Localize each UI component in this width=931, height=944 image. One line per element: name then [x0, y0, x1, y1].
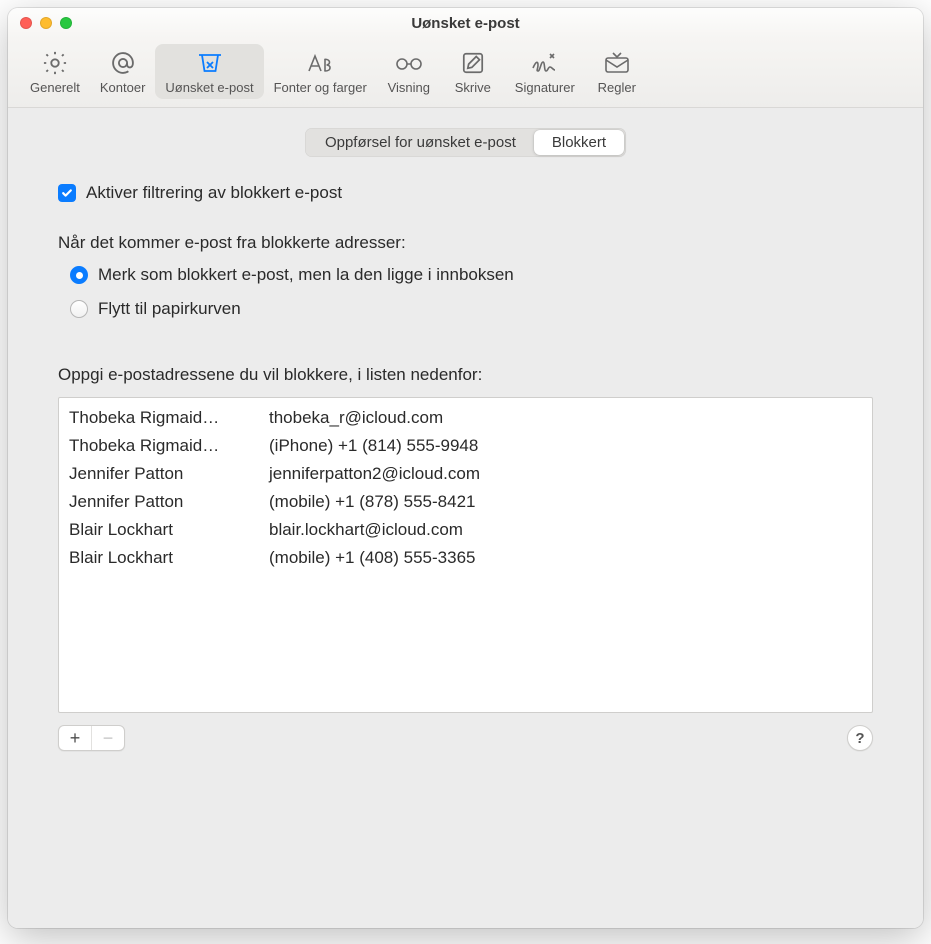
- toolbar-label: Regler: [598, 80, 636, 95]
- toolbar-label: Generelt: [30, 80, 80, 95]
- radio-label: Merk som blokkert e-post, men la den lig…: [98, 265, 514, 285]
- minimize-button[interactable]: [40, 17, 52, 29]
- traffic-lights: [20, 17, 72, 29]
- toolbar-accounts[interactable]: Kontoer: [90, 44, 156, 99]
- signature-icon: [527, 48, 563, 78]
- blocked-panel: Oppførsel for uønsket e-post Blokkert Ak…: [28, 128, 903, 908]
- toolbar-composing[interactable]: Skrive: [441, 44, 505, 99]
- toolbar-label: Kontoer: [100, 80, 146, 95]
- radio-button[interactable]: [70, 266, 88, 284]
- toolbar-general[interactable]: Generelt: [20, 44, 90, 99]
- list-name: Thobeka Rigmaid…: [69, 432, 269, 460]
- radio-button[interactable]: [70, 300, 88, 318]
- segment-junk-behaviour[interactable]: Oppførsel for uønsket e-post: [307, 130, 534, 155]
- gear-icon: [37, 48, 73, 78]
- toolbar-label: Signaturer: [515, 80, 575, 95]
- list-value: blair.lockhart@icloud.com: [269, 516, 862, 544]
- list-item[interactable]: Blair Lockhart (mobile) +1 (408) 555-336…: [69, 544, 862, 572]
- checkmark-icon: [61, 187, 73, 199]
- list-value: (mobile) +1 (878) 555-8421: [269, 488, 862, 516]
- toolbar-label: Visning: [388, 80, 430, 95]
- list-item[interactable]: Thobeka Rigmaid… thobeka_r@icloud.com: [69, 404, 862, 432]
- list-name: Blair Lockhart: [69, 516, 269, 544]
- titlebar: Uønsket e-post: [8, 8, 923, 38]
- list-item[interactable]: Jennifer Patton jenniferpatton2@icloud.c…: [69, 460, 862, 488]
- remove-button[interactable]: −: [92, 726, 124, 750]
- list-name: Blair Lockhart: [69, 544, 269, 572]
- list-item[interactable]: Thobeka Rigmaid… (iPhone) +1 (814) 555-9…: [69, 432, 862, 460]
- when-heading: Når det kommer e-post fra blokkerte adre…: [58, 233, 873, 253]
- add-remove-control: + −: [58, 725, 125, 751]
- toolbar-rules[interactable]: Regler: [585, 44, 649, 99]
- plus-icon: +: [70, 728, 81, 749]
- radio-mark-blocked[interactable]: Merk som blokkert e-post, men la den lig…: [70, 265, 873, 285]
- preferences-toolbar: Generelt Kontoer Uønsket e-post Fonter o…: [8, 38, 923, 108]
- window-title: Uønsket e-post: [8, 15, 923, 32]
- close-button[interactable]: [20, 17, 32, 29]
- list-item[interactable]: Blair Lockhart blair.lockhart@icloud.com: [69, 516, 862, 544]
- compose-icon: [455, 48, 491, 78]
- when-radio-group: Merk som blokkert e-post, men la den lig…: [70, 265, 873, 333]
- enable-filtering-checkbox[interactable]: [58, 184, 76, 202]
- radio-move-trash[interactable]: Flytt til papirkurven: [70, 299, 873, 319]
- list-name: Thobeka Rigmaid…: [69, 404, 269, 432]
- at-sign-icon: [105, 48, 141, 78]
- panel-footer: + − ?: [58, 725, 873, 751]
- glasses-icon: [391, 48, 427, 78]
- add-button[interactable]: +: [59, 726, 91, 750]
- rules-envelope-icon: [599, 48, 635, 78]
- list-value: thobeka_r@icloud.com: [269, 404, 862, 432]
- fonts-icon: [302, 48, 338, 78]
- question-icon: ?: [855, 730, 864, 747]
- segment-blocked[interactable]: Blokkert: [534, 130, 624, 155]
- list-item[interactable]: Jennifer Patton (mobile) +1 (878) 555-84…: [69, 488, 862, 516]
- list-value: jenniferpatton2@icloud.com: [269, 460, 862, 488]
- list-heading: Oppgi e-postadressene du vil blokkere, i…: [58, 365, 873, 385]
- zoom-button[interactable]: [60, 17, 72, 29]
- toolbar-label: Skrive: [455, 80, 491, 95]
- toolbar-viewing[interactable]: Visning: [377, 44, 441, 99]
- toolbar-junk-mail[interactable]: Uønsket e-post: [155, 44, 263, 99]
- toolbar-fonts-colors[interactable]: Fonter og farger: [264, 44, 377, 99]
- toolbar-label: Fonter og farger: [274, 80, 367, 95]
- enable-filtering-label: Aktiver filtrering av blokkert e-post: [86, 183, 342, 203]
- toolbar-signatures[interactable]: Signaturer: [505, 44, 585, 99]
- preferences-window: Uønsket e-post Generelt Kontoer Uønsket …: [8, 8, 923, 928]
- help-button[interactable]: ?: [847, 725, 873, 751]
- content-area: Oppførsel for uønsket e-post Blokkert Ak…: [8, 108, 923, 928]
- minus-icon: −: [103, 728, 114, 749]
- enable-filtering-row[interactable]: Aktiver filtrering av blokkert e-post: [58, 183, 873, 203]
- list-value: (mobile) +1 (408) 555-3365: [269, 544, 862, 572]
- blocked-list[interactable]: Thobeka Rigmaid… thobeka_r@icloud.com Th…: [58, 397, 873, 713]
- toolbar-label: Uønsket e-post: [165, 80, 253, 95]
- junk-bin-icon: [192, 48, 228, 78]
- segmented-control: Oppførsel for uønsket e-post Blokkert: [305, 128, 626, 157]
- list-name: Jennifer Patton: [69, 488, 269, 516]
- list-value: (iPhone) +1 (814) 555-9948: [269, 432, 862, 460]
- list-name: Jennifer Patton: [69, 460, 269, 488]
- radio-label: Flytt til papirkurven: [98, 299, 241, 319]
